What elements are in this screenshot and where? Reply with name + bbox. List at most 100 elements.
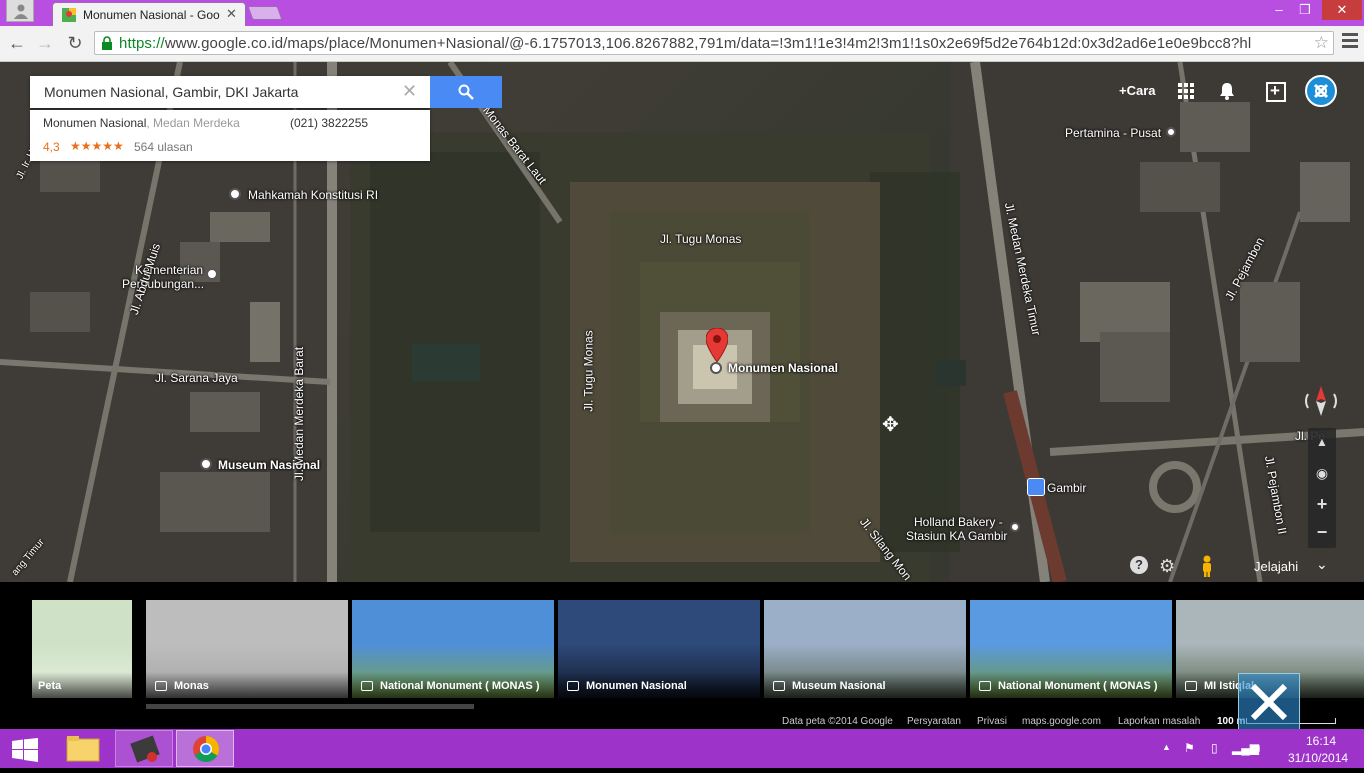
photo-icon (567, 681, 579, 691)
photo-icon (155, 681, 167, 691)
museum-poi-icon[interactable] (229, 188, 241, 200)
strip-scrollbar[interactable] (146, 704, 474, 709)
label-gambir: Gambir (1047, 481, 1087, 495)
place-rating: 4,3 (43, 140, 60, 154)
search-button[interactable] (430, 76, 502, 108)
explore-button[interactable]: Jelajahi (1254, 559, 1298, 574)
chrome-taskbar-button[interactable] (176, 730, 234, 767)
thumbnail-caption: National Monument ( MONAS ) (380, 680, 540, 692)
minimize-button[interactable]: ‒ (1266, 0, 1292, 20)
search-icon (458, 84, 474, 100)
label-stasiun: Stasiun KA Gambir (906, 529, 1008, 543)
place-phone: (021) 3822255 (290, 116, 369, 130)
poi-icon[interactable] (1166, 127, 1176, 137)
map-controls: ▲ ◉ + − (1308, 428, 1336, 548)
search-input[interactable] (30, 76, 400, 108)
photo-thumbnail[interactable]: National Monument ( MONAS ) (970, 600, 1172, 698)
wifi-signal-icon[interactable]: ▂▄▆ (1232, 741, 1259, 755)
clock-date[interactable]: 31/10/2014 (1288, 751, 1348, 765)
folder-icon (66, 736, 100, 762)
app-icon (130, 735, 160, 763)
account-avatar[interactable] (1305, 75, 1337, 107)
chevron-down-icon[interactable]: ⌄ (1316, 556, 1328, 573)
photo-icon (979, 681, 991, 691)
back-button[interactable]: ← (6, 31, 28, 55)
move-cursor-icon: ✥ (882, 414, 899, 436)
windows-start-icon[interactable] (12, 738, 38, 762)
label-pertamina: Pertamina - Pusat (1065, 126, 1162, 140)
tab-maps[interactable]: Monumen Nasional - Goo ✕ (52, 2, 246, 26)
action-center-flag-icon[interactable]: ⚑ (1184, 741, 1195, 755)
terms-link[interactable]: Persyaratan (907, 716, 961, 727)
notifications-bell-icon[interactable] (1218, 82, 1236, 100)
thumbnail-caption: Peta (38, 680, 62, 692)
new-tab-button[interactable] (247, 6, 283, 20)
label-tugu-monas: Jl. Tugu Monas (660, 232, 742, 246)
tilt-icon[interactable]: ▲ (1308, 428, 1336, 456)
maximize-button[interactable]: ❐ (1292, 0, 1318, 20)
taskbar-app-button[interactable] (115, 730, 173, 767)
thumbnail-caption: National Monument ( MONAS ) (998, 680, 1158, 692)
thumbnail-caption: Museum Nasional (792, 680, 886, 692)
monument-poi-icon[interactable] (710, 362, 722, 374)
maps-favicon-icon (62, 8, 76, 22)
label-tugu-monas-left: Jl. Tugu Monas (581, 330, 596, 412)
location-pin-icon[interactable] (706, 328, 728, 362)
photo-thumbnail[interactable]: Peta (32, 600, 132, 698)
help-icon[interactable]: ? (1130, 556, 1148, 574)
search-box[interactable]: ✕ (30, 76, 430, 108)
clock-time[interactable]: 16:14 (1306, 734, 1336, 748)
tray-arrow-icon[interactable]: ▲ (1162, 742, 1171, 752)
lock-icon (102, 36, 112, 50)
label-holland: Holland Bakery - (914, 515, 1003, 529)
share-plus-icon[interactable]: + (1266, 81, 1286, 102)
marker-label: Monumen Nasional (728, 361, 839, 375)
url-text: https://www.google.co.id/maps/place/Monu… (119, 35, 1252, 52)
label-sarana-jaya: Jl. Sarana Jaya (155, 371, 238, 385)
rating-stars-icon: ★★★★★ (70, 139, 124, 153)
photo-icon (1185, 681, 1197, 691)
clear-search-icon[interactable]: ✕ (402, 81, 417, 102)
thumbnail-caption: Monas (174, 680, 209, 692)
report-problem-link[interactable]: Laporkan masalah (1118, 716, 1200, 727)
poi-icon[interactable] (1010, 522, 1020, 532)
photo-icon (773, 681, 785, 691)
battery-icon[interactable]: ▯ (1211, 741, 1218, 755)
volume-icon[interactable]: 🔈︎ (1256, 741, 1263, 756)
place-reviews-link[interactable]: 564 ulasan (134, 140, 193, 154)
photo-thumbnail[interactable]: Museum Nasional (764, 600, 966, 698)
map-data-credit: Data peta ©2014 Google (782, 716, 893, 727)
close-window-button[interactable]: ✕ (1322, 0, 1362, 20)
my-location-icon[interactable]: ◉ (1308, 459, 1336, 487)
bookmark-star-icon[interactable]: ☆ (1314, 33, 1329, 53)
reload-button[interactable]: ↻ (64, 31, 86, 55)
compass-icon[interactable] (1302, 384, 1340, 418)
privacy-link[interactable]: Privasi (977, 716, 1007, 727)
pegman-icon[interactable] (1200, 555, 1214, 577)
forward-button[interactable]: → (34, 31, 56, 55)
museum-poi-icon[interactable] (200, 458, 212, 470)
label-mahkamah: Mahkamah Konstitusi RI (248, 188, 379, 202)
zoom-out-button[interactable]: − (1308, 518, 1336, 546)
place-name: Monumen Nasional, Medan Merdeka (43, 116, 240, 130)
photo-thumbnail[interactable]: Monumen Nasional (558, 600, 760, 698)
watermark-logo (1238, 673, 1300, 731)
chrome-menu-icon[interactable] (1342, 33, 1358, 51)
zoom-in-button[interactable]: + (1308, 490, 1336, 518)
directions-button[interactable]: +Cara (1119, 83, 1156, 98)
tab-title: Monumen Nasional - Goo (83, 8, 220, 22)
thumbnail-caption: Monumen Nasional (586, 680, 687, 692)
photo-thumbnail[interactable]: Monas (146, 600, 348, 698)
address-bar[interactable]: https://www.google.co.id/maps/place/Monu… (94, 31, 1334, 55)
chrome-icon (193, 736, 220, 763)
settings-gear-icon[interactable]: ⚙ (1159, 556, 1175, 577)
apps-grid-icon[interactable] (1178, 83, 1194, 99)
close-tab-icon[interactable]: ✕ (226, 6, 237, 22)
file-explorer-button[interactable] (54, 730, 112, 767)
place-result-card[interactable]: Monumen Nasional, Medan Merdeka (021) 38… (30, 110, 430, 161)
photo-thumbnail[interactable]: National Monument ( MONAS ) (352, 600, 554, 698)
building-poi-icon[interactable] (206, 268, 218, 280)
maps-site-link[interactable]: maps.google.com (1022, 716, 1101, 727)
train-station-icon[interactable] (1027, 478, 1045, 496)
profile-icon[interactable] (6, 0, 34, 22)
